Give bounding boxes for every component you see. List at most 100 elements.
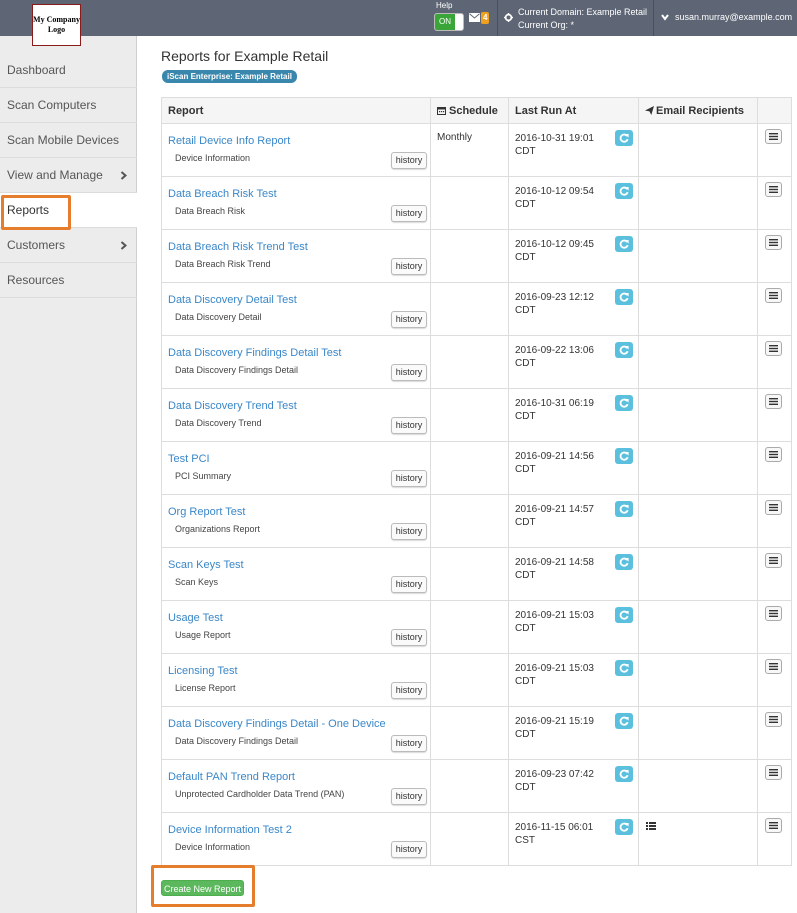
history-button[interactable]: history — [391, 629, 427, 646]
list-icon[interactable] — [646, 822, 656, 830]
run-now-button[interactable] — [615, 607, 633, 623]
run-now-button[interactable] — [615, 342, 633, 358]
last-run-cell: 2016-09-21 15:03 CDT — [509, 654, 639, 706]
run-now-button[interactable] — [615, 713, 633, 729]
report-actions-button[interactable] — [765, 341, 782, 356]
messages-button[interactable]: 4 — [469, 11, 493, 25]
actions-cell — [758, 760, 793, 812]
history-button[interactable]: history — [391, 735, 427, 752]
schedule-cell — [431, 654, 509, 706]
report-name-link[interactable]: Data Breach Risk Test — [168, 188, 277, 200]
history-button[interactable]: history — [391, 364, 427, 381]
report-name-link[interactable]: Data Breach Risk Trend Test — [168, 241, 308, 253]
report-name-link[interactable]: Data Discovery Detail Test — [168, 294, 297, 306]
report-cell: Scan Keys Test Scan Keys history — [162, 548, 431, 600]
refresh-icon — [619, 345, 629, 355]
history-button[interactable]: history — [391, 152, 427, 169]
report-actions-button[interactable] — [765, 288, 782, 303]
report-actions-button[interactable] — [765, 553, 782, 568]
refresh-icon — [619, 451, 629, 461]
report-actions-button[interactable] — [765, 235, 782, 250]
sidebar-item-resources[interactable]: Resources — [0, 263, 137, 298]
list-lines-icon — [769, 186, 778, 193]
run-now-button[interactable] — [615, 554, 633, 570]
run-now-button[interactable] — [615, 819, 633, 835]
run-now-button[interactable] — [615, 289, 633, 305]
history-button[interactable]: history — [391, 311, 427, 328]
report-actions-button[interactable] — [765, 712, 782, 727]
history-button[interactable]: history — [391, 417, 427, 434]
run-now-button[interactable] — [615, 448, 633, 464]
column-header-report[interactable]: Report — [162, 98, 431, 125]
report-actions-button[interactable] — [765, 182, 782, 197]
run-now-button[interactable] — [615, 130, 633, 146]
report-type: Data Discovery Trend — [175, 418, 262, 428]
schedule-cell — [431, 336, 509, 388]
report-name-link[interactable]: Default PAN Trend Report — [168, 771, 295, 783]
column-header-schedule[interactable]: Schedule — [431, 98, 509, 125]
report-actions-button[interactable] — [765, 447, 782, 462]
last-run-cell: 2016-10-31 19:01 CDT — [509, 124, 639, 176]
report-actions-button[interactable] — [765, 765, 782, 780]
sidebar-item-view-and-manage[interactable]: View and Manage — [0, 158, 137, 193]
help-switch[interactable]: ON — [434, 13, 464, 31]
history-button[interactable]: history — [391, 841, 427, 858]
column-header-last-run[interactable]: Last Run At — [509, 98, 639, 125]
report-name-link[interactable]: Data Discovery Findings Detail - One Dev… — [168, 718, 386, 730]
run-now-button[interactable] — [615, 501, 633, 517]
report-name-link[interactable]: Test PCI — [168, 453, 210, 465]
report-name-link[interactable]: Org Report Test — [168, 506, 245, 518]
report-actions-button[interactable] — [765, 659, 782, 674]
history-button[interactable]: history — [391, 470, 427, 487]
user-menu[interactable]: susan.murray@example.com — [657, 10, 797, 26]
history-button[interactable]: history — [391, 205, 427, 222]
history-button[interactable]: history — [391, 682, 427, 699]
run-now-button[interactable] — [615, 183, 633, 199]
table-row: Licensing Test License Report history 2016-… — [161, 654, 792, 707]
report-name-link[interactable]: Usage Test — [168, 612, 223, 624]
report-type: Device Information — [175, 842, 251, 852]
list-lines-icon — [769, 769, 778, 776]
history-button[interactable]: history — [391, 258, 427, 275]
history-button[interactable]: history — [391, 788, 427, 805]
send-icon — [645, 106, 654, 115]
run-now-button[interactable] — [615, 660, 633, 676]
sidebar-item-label: Scan Mobile Devices — [7, 133, 120, 147]
report-actions-button[interactable] — [765, 818, 782, 833]
toggle-on-label: ON — [435, 14, 455, 30]
column-header-email-recipients[interactable]: Email Recipients — [639, 98, 758, 125]
report-actions-button[interactable] — [765, 606, 782, 621]
domain-selector[interactable]: Current Domain: Example Retail Current O… — [503, 4, 651, 32]
report-name-link[interactable]: Retail Device Info Report — [168, 135, 290, 147]
last-run-value: 2016-10-12 09:45 CDT — [515, 239, 594, 263]
run-now-button[interactable] — [615, 766, 633, 782]
sidebar-item-dashboard[interactable]: Dashboard — [0, 53, 137, 88]
company-logo[interactable]: My Company Logo — [32, 4, 81, 46]
report-name-link[interactable]: Scan Keys Test — [168, 559, 244, 571]
report-name-link[interactable]: Data Discovery Trend Test — [168, 400, 297, 412]
sidebar-item-customers[interactable]: Customers — [0, 228, 137, 263]
history-button[interactable]: history — [391, 523, 427, 540]
report-actions-button[interactable] — [765, 129, 782, 144]
last-run-value: 2016-10-31 19:01 CDT — [515, 133, 594, 157]
last-run-cell: 2016-09-23 07:42 CDT — [509, 760, 639, 812]
table-row: Org Report Test Organizations Report histo… — [161, 495, 792, 548]
create-button-highlight — [151, 865, 255, 907]
sidebar-item-scan-mobile-devices[interactable]: Scan Mobile Devices — [0, 123, 137, 158]
report-actions-button[interactable] — [765, 500, 782, 515]
refresh-icon — [619, 716, 629, 726]
history-button[interactable]: history — [391, 576, 427, 593]
calendar-icon — [437, 107, 446, 115]
list-lines-icon — [769, 133, 778, 140]
report-actions-button[interactable] — [765, 394, 782, 409]
report-name-link[interactable]: Data Discovery Findings Detail Test — [168, 347, 341, 359]
report-name-link[interactable]: Licensing Test — [168, 665, 238, 677]
last-run-cell: 2016-09-21 14:56 CDT — [509, 442, 639, 494]
run-now-button[interactable] — [615, 236, 633, 252]
run-now-button[interactable] — [615, 395, 633, 411]
sidebar-item-scan-computers[interactable]: Scan Computers — [0, 88, 137, 123]
report-type: Data Discovery Findings Detail — [175, 736, 299, 746]
help-toggle[interactable]: Help ON — [431, 0, 465, 36]
report-name-link[interactable]: Device Information Test 2 — [168, 824, 292, 836]
actions-cell — [758, 389, 793, 441]
